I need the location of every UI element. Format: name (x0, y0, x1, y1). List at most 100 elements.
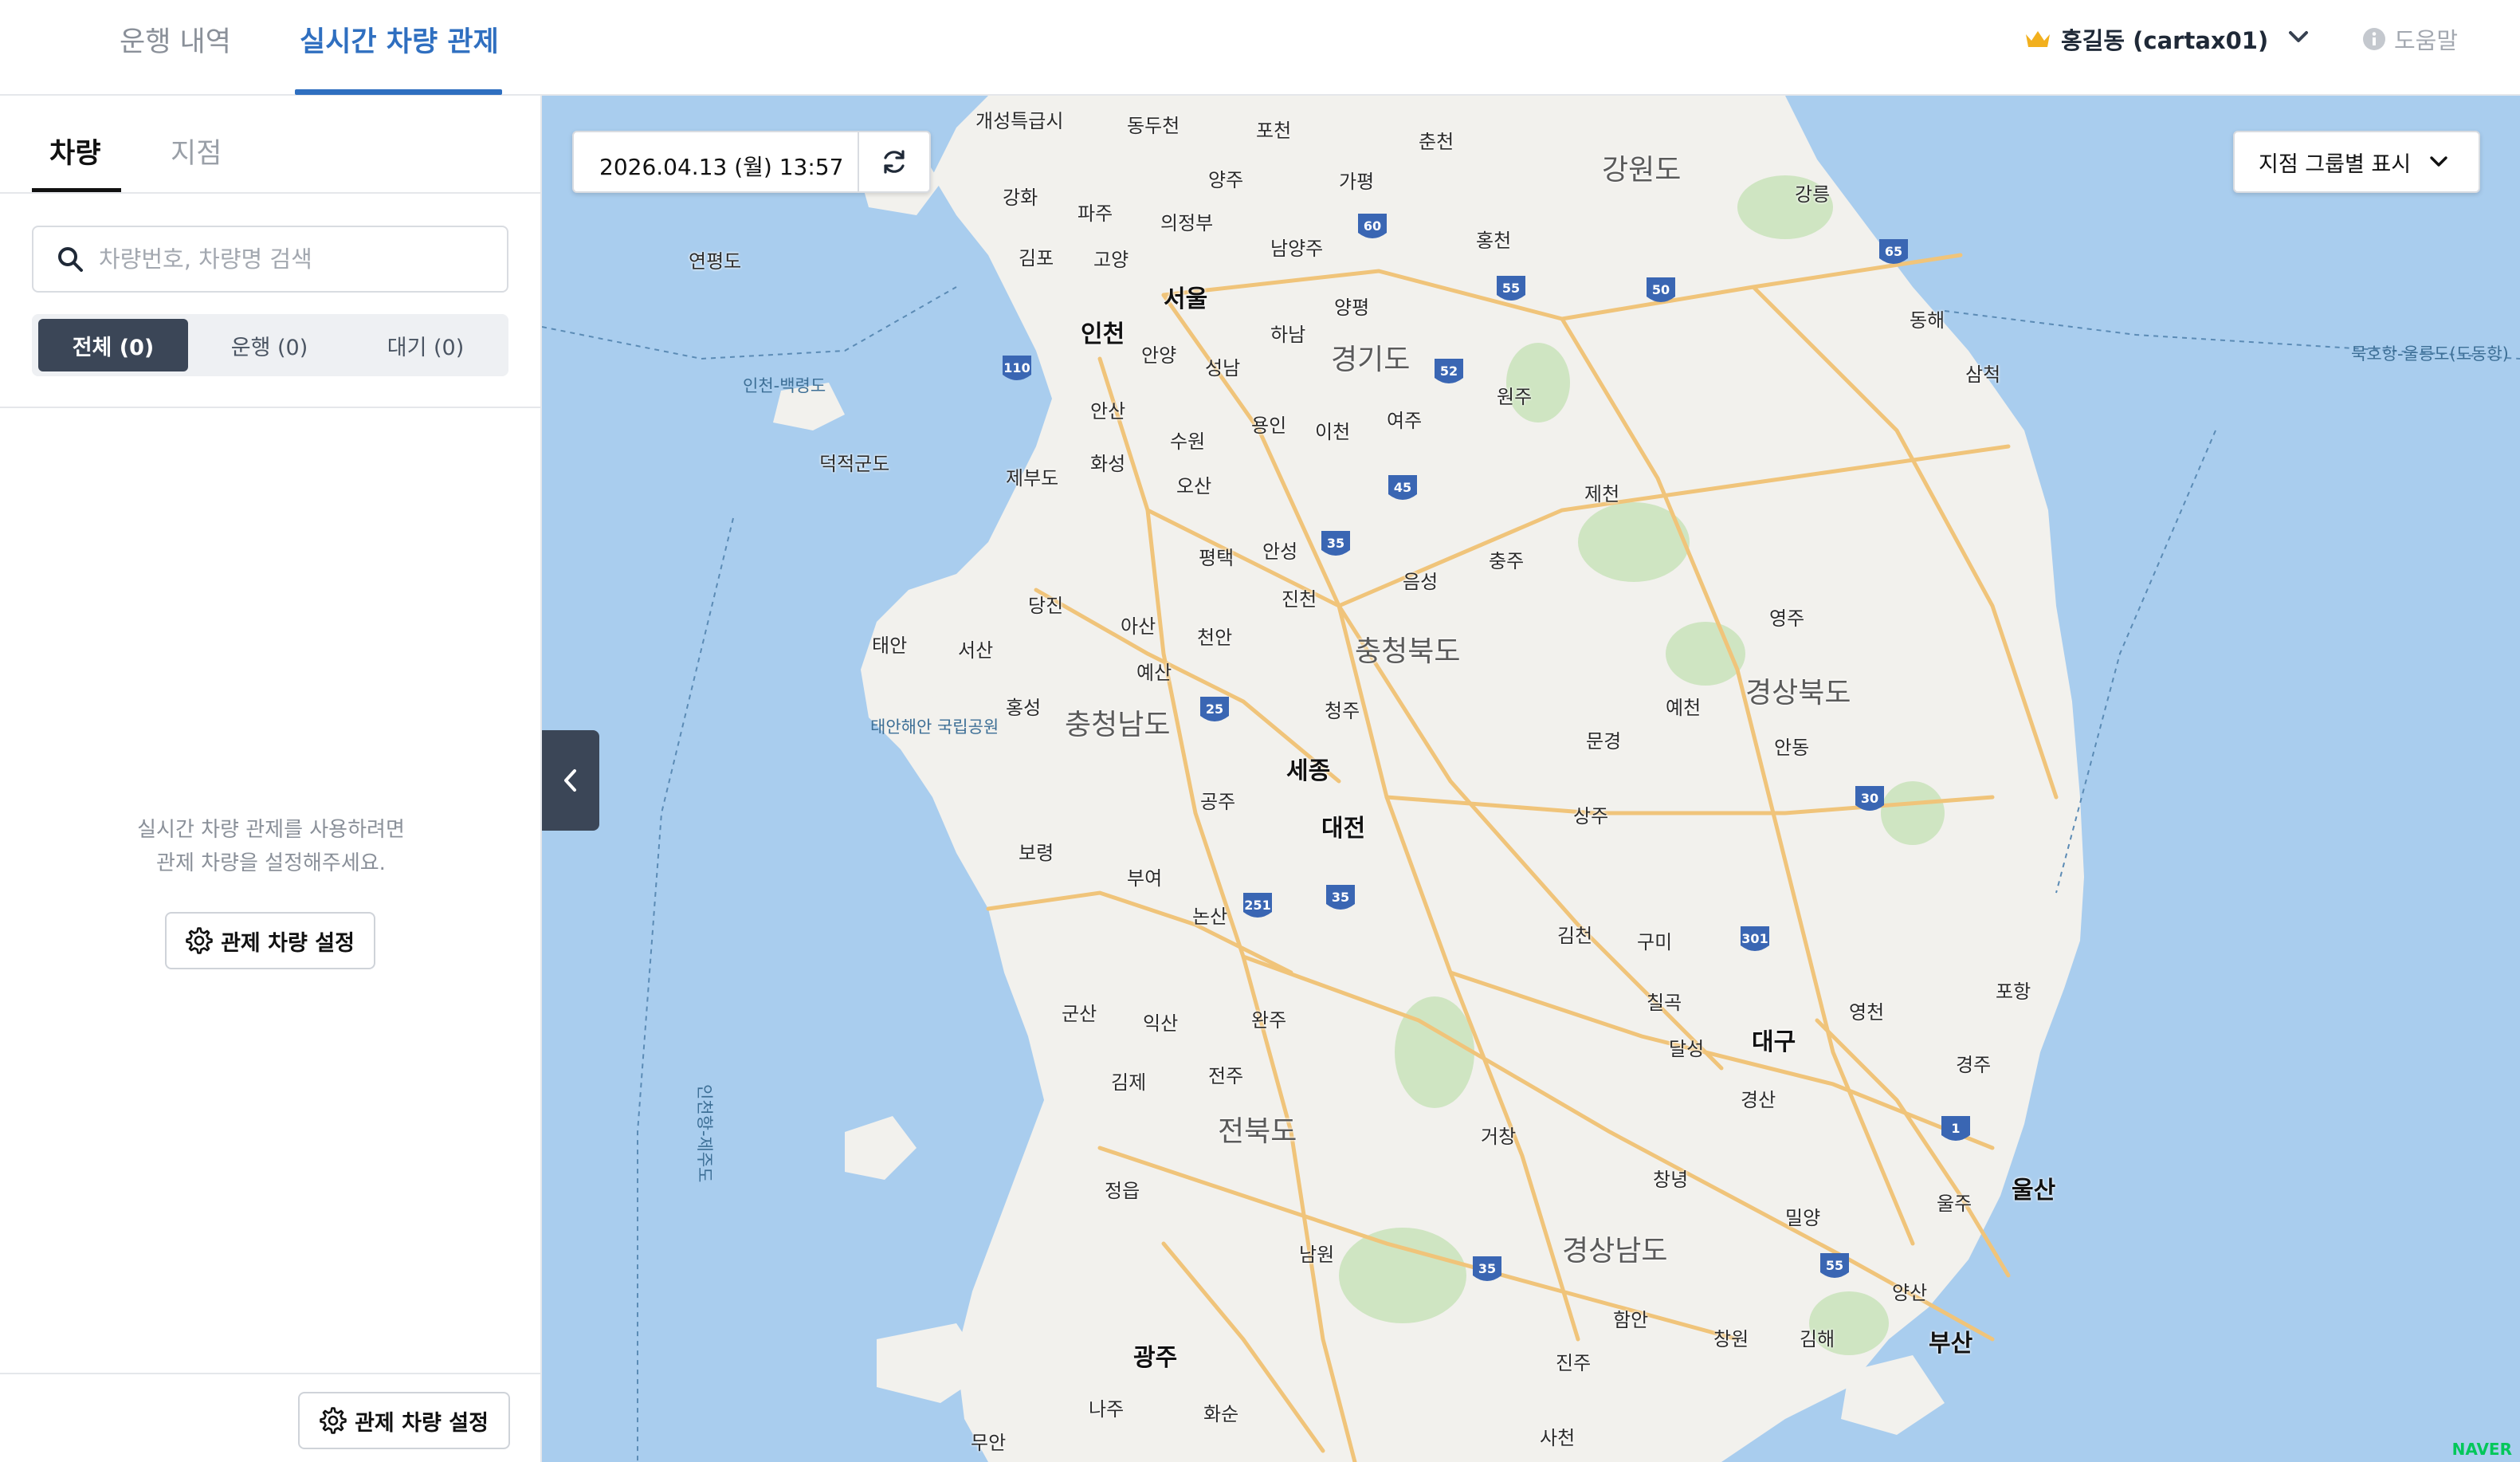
city-label: 거창 (1481, 1126, 1517, 1148)
info-icon (2363, 28, 2385, 50)
filter-idle-button[interactable]: 대기 (0) (351, 319, 500, 371)
map-attribution: NAVER (2451, 1440, 2512, 1459)
user-menu[interactable]: 홍길동 (cartax01) (2024, 22, 2268, 56)
city-label: 대전 (1321, 815, 1366, 843)
city-label: 삼척 (1965, 364, 2001, 386)
tab-trip-history[interactable]: 운행 내역 (120, 19, 231, 96)
city-label: 남양주 (1270, 238, 1324, 260)
city-label: 남원 (1299, 1244, 1335, 1266)
city-label: 성남 (1205, 357, 1241, 379)
city-label: 홍천 (1476, 230, 1512, 252)
city-label: 울주 (1937, 1193, 1972, 1215)
empty-state-message: 실시간 차량 관제를 사용하려면 관제 차량을 설정해주세요. (137, 818, 405, 875)
city-label: 경산 (1741, 1089, 1776, 1111)
city-label: 오산 (1176, 475, 1212, 497)
city-label: 평택 (1199, 547, 1234, 569)
gear-icon (320, 1407, 347, 1434)
city-label: 정읍 (1105, 1180, 1140, 1202)
city-label: 양주 (1208, 169, 1244, 191)
svg-text:52: 52 (1440, 364, 1458, 379)
filter-all-button[interactable]: 전체 (0) (38, 319, 188, 371)
branch-group-dropdown[interactable]: 지점 그룹별 표시 (2233, 131, 2480, 193)
city-label: 고양 (1093, 249, 1129, 271)
city-label: 연평도 (689, 250, 742, 273)
city-label: 상주 (1573, 805, 1609, 827)
tab-realtime-monitoring[interactable]: 실시간 차량 관제 (300, 19, 499, 96)
city-label: 예천 (1666, 697, 1702, 719)
city-label: 안성 (1262, 540, 1298, 563)
city-label: 무안 (971, 1432, 1007, 1454)
city-label: 당진 (1028, 595, 1064, 617)
city-label: 아산 (1121, 615, 1156, 638)
svg-text:60: 60 (1364, 218, 1381, 234)
svg-text:45: 45 (1394, 480, 1411, 495)
map-view[interactable]: 60 55 50 65 52 110 45 35 25 35 251 30 30… (542, 96, 2520, 1462)
filter-driving-button[interactable]: 운행 (0) (194, 319, 344, 371)
city-label: 나주 (1089, 1398, 1125, 1421)
chevron-down-icon[interactable] (2283, 24, 2314, 51)
svg-text:251: 251 (1244, 898, 1270, 913)
setup-vehicles-button[interactable]: 관제 차량 설정 (165, 912, 375, 969)
city-label: 김제 (1111, 1071, 1147, 1094)
sea-route-label: 인천항-제주도 (695, 1084, 714, 1183)
city-label: 김천 (1557, 925, 1593, 947)
city-label: 서산 (958, 639, 994, 662)
city-label: 칠곡 (1647, 992, 1682, 1014)
sea-route-label: 묵호항-울릉도(도동항) (2351, 344, 2509, 364)
city-label: 진천 (1282, 588, 1317, 611)
help-link[interactable]: 도움말 (2362, 22, 2458, 56)
search-icon (58, 247, 83, 272)
city-label: 사천 (1540, 1427, 1576, 1449)
top-header: 운행 내역 실시간 차량 관제 홍길동 (cartax01) 도움말 (0, 0, 2520, 96)
city-label: 청주 (1325, 700, 1360, 722)
sea-route-label: 인천-백령도 (743, 376, 826, 395)
refresh-button[interactable] (858, 132, 929, 191)
city-label: 인천 (1081, 320, 1125, 348)
city-label: 부산 (1929, 1330, 1973, 1358)
svg-text:65: 65 (1885, 244, 1902, 259)
city-label: 포천 (1256, 120, 1292, 142)
city-label: 춘천 (1419, 131, 1454, 153)
city-label: 천안 (1197, 627, 1233, 649)
divider (0, 192, 542, 194)
city-label: 완주 (1251, 1009, 1287, 1032)
city-label: 창녕 (1653, 1169, 1689, 1191)
city-label: 전주 (1208, 1065, 1244, 1087)
city-label: 수원 (1170, 430, 1206, 453)
city-label: 김포 (1019, 247, 1054, 269)
city-label: 제천 (1584, 483, 1620, 505)
chevron-down-icon (2430, 156, 2447, 167)
svg-text:30: 30 (1861, 791, 1878, 806)
footer-setup-vehicles-button[interactable]: 관제 차량 설정 (298, 1392, 510, 1449)
svg-text:35: 35 (1478, 1261, 1496, 1276)
city-label: 양평 (1334, 297, 1370, 319)
vehicle-search-box (32, 226, 508, 293)
tab-vehicles[interactable]: 차량 (49, 131, 100, 171)
active-tab-indicator (295, 89, 502, 95)
svg-text:35: 35 (1327, 536, 1344, 551)
status-filter: 전체 (0) 운행 (0) 대기 (0) (32, 314, 508, 376)
collapse-sidebar-button[interactable] (542, 730, 599, 831)
city-label: 진주 (1556, 1352, 1592, 1374)
vehicle-search-input[interactable] (99, 246, 497, 273)
city-label: 문경 (1586, 730, 1622, 753)
city-label: 안산 (1090, 400, 1126, 422)
divider (0, 1373, 542, 1374)
province-label: 경상북도 (1745, 677, 1851, 709)
city-label: 개성특급시 (975, 110, 1064, 132)
city-label: 태안 (872, 635, 908, 657)
city-label: 제부도 (1006, 467, 1059, 489)
setup-vehicles-label: 관제 차량 설정 (221, 930, 355, 956)
city-label: 하남 (1270, 324, 1306, 346)
svg-text:301: 301 (1741, 931, 1768, 946)
province-label: 충청남도 (1065, 709, 1171, 741)
province-label: 충청북도 (1355, 635, 1461, 668)
datetime-box: 2026.04.13 (월) 13:57 (572, 131, 931, 193)
city-label: 보령 (1019, 842, 1054, 864)
city-label: 영천 (1849, 1001, 1885, 1024)
city-label: 논산 (1192, 906, 1228, 928)
city-label: 대구 (1752, 1028, 1796, 1056)
tab-branches[interactable]: 지점 (171, 131, 222, 171)
city-label: 파주 (1077, 202, 1113, 225)
user-name: 홍길동 (cartax01) (2061, 27, 2269, 54)
